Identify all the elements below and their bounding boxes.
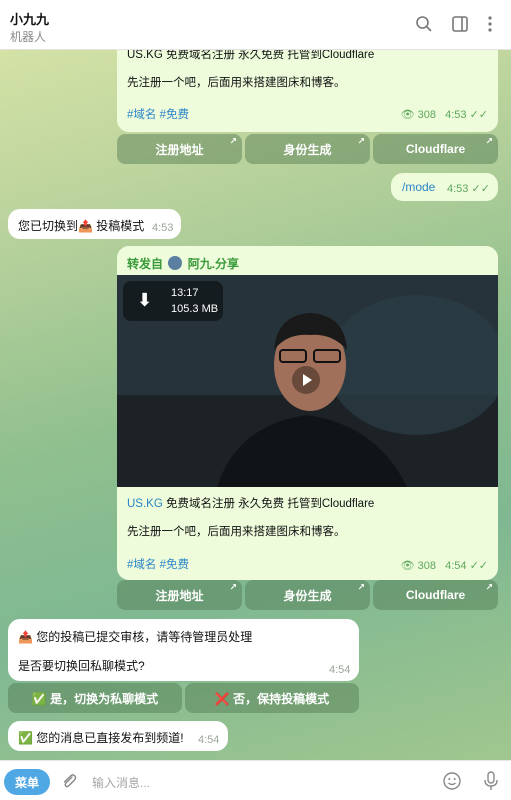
play-icon[interactable] xyxy=(292,366,320,394)
message-text-line1: 📤 您的投稿已提交审核，请等待管理员处理 xyxy=(18,630,253,644)
more-vertical-icon[interactable] xyxy=(480,14,500,34)
command-text[interactable]: /mode xyxy=(402,180,435,194)
message-switched: 您已切换到📤 投稿模式 4:53 xyxy=(8,209,181,239)
chat-title[interactable]: 小九九 xyxy=(10,9,49,28)
inline-keyboard-top: 注册地址 ↗ 身份生成 ↗ Cloudflare ↗ xyxy=(117,134,498,164)
message-meta: 👁 308 4:54 ✓✓ xyxy=(401,559,488,572)
keyboard-button-keep-submission[interactable]: ❌ 否，保持投稿模式 xyxy=(185,683,359,713)
double-check-icon: ✓✓ xyxy=(469,109,488,121)
view-count: 308 xyxy=(417,560,437,572)
message-text-line2: 先注册一个吧，后面用来搭建图床和博客。 xyxy=(127,77,346,89)
eye-icon: 👁 xyxy=(400,560,415,572)
forward-channel[interactable]: 阿九.分享 xyxy=(188,257,239,271)
message-time: 4:53 xyxy=(152,222,174,234)
message-text-line1: US.KG 免费域名注册 永久免费 托管到Cloudflare xyxy=(127,50,375,61)
message-time: 4:54 xyxy=(329,664,351,676)
double-check-icon: ✓✓ xyxy=(471,183,490,195)
message-time: 4:53 ✓✓ xyxy=(447,183,490,195)
video-size: 105.3 MB xyxy=(171,303,219,315)
eye-icon: 👁 xyxy=(400,109,415,121)
keyboard-button-switch-private[interactable]: ✅ 是，切换为私聊模式 xyxy=(8,683,182,713)
inline-keyboard-choice: ✅ 是，切换为私聊模式 ❌ 否，保持投稿模式 xyxy=(8,683,359,713)
message-tags[interactable]: #域名 #免费 xyxy=(127,106,189,122)
chat-subtitle: 机器人 xyxy=(10,30,47,44)
message-text: 您已切换到📤 投稿模式 xyxy=(18,219,145,233)
message-text-line2: 先注册一个吧，后面用来搭建图床和博客。 xyxy=(127,526,346,538)
message-meta: 👁 308 4:53 ✓✓ xyxy=(401,108,488,121)
menu-button[interactable]: 菜单 xyxy=(4,769,50,795)
sidebar-icon[interactable] xyxy=(450,14,470,34)
view-count: 308 xyxy=(417,109,437,121)
channel-avatar[interactable] xyxy=(168,256,183,270)
message-text: ✅ 您的消息已直接发布到频道! xyxy=(18,731,184,745)
message-text-line2: 是否要切换回私聊模式? xyxy=(18,659,145,673)
video-duration: 13:17 xyxy=(171,287,199,299)
forward-header: 转发自 阿九.分享 xyxy=(127,255,239,272)
keyboard-button-identity[interactable]: 身份生成 ↗ xyxy=(245,580,370,610)
video-player[interactable]: ⬇ 13:17 105.3 MB xyxy=(117,275,498,487)
message-time: 4:53 xyxy=(445,109,467,121)
chat-header: 小九九 机器人 xyxy=(0,0,511,50)
message-submitted: 📤 您的投稿已提交审核，请等待管理员处理 是否要切换回私聊模式? 4:54 xyxy=(8,619,359,681)
message-forwarded-top: US.KG 免费域名注册 永久免费 托管到Cloudflare 先注册一个吧，后… xyxy=(117,50,498,132)
message-tags[interactable]: #域名 #免费 xyxy=(127,556,189,572)
microphone-icon[interactable] xyxy=(482,770,500,792)
keyboard-button-cloudflare[interactable]: Cloudflare ↗ xyxy=(373,134,498,164)
message-list[interactable]: US.KG 免费域名注册 永久免费 托管到Cloudflare 先注册一个吧，后… xyxy=(0,50,511,760)
message-mode-command: /mode 4:53 ✓✓ xyxy=(391,173,498,201)
attach-icon[interactable] xyxy=(60,772,78,790)
download-icon[interactable]: ⬇ xyxy=(137,290,152,311)
emoji-icon[interactable] xyxy=(442,771,462,791)
search-icon[interactable] xyxy=(414,14,434,34)
video-info-overlay: ⬇ 13:17 105.3 MB xyxy=(123,281,223,321)
keyboard-button-register[interactable]: 注册地址 ↗ xyxy=(117,134,242,164)
keyboard-button-identity[interactable]: 身份生成 ↗ xyxy=(245,134,370,164)
keyboard-button-cloudflare[interactable]: Cloudflare ↗ xyxy=(373,580,498,610)
message-link[interactable]: US.KG xyxy=(127,498,163,510)
composer: 菜单 输入消息... xyxy=(0,760,511,800)
keyboard-button-register[interactable]: 注册地址 ↗ xyxy=(117,580,242,610)
message-time: 4:54 xyxy=(445,560,467,572)
message-published: ✅ 您的消息已直接发布到频道! 4:54 xyxy=(8,721,228,751)
message-time: 4:54 xyxy=(198,734,220,746)
forward-label: 转发自 xyxy=(127,257,164,271)
message-input[interactable]: 输入消息... xyxy=(92,774,150,791)
message-text-line1: US.KG 免费域名注册 永久免费 托管到Cloudflare xyxy=(127,498,375,510)
double-check-icon: ✓✓ xyxy=(469,560,488,572)
inline-keyboard-forward: 注册地址 ↗ 身份生成 ↗ Cloudflare ↗ xyxy=(117,580,498,610)
message-forwarded-video: 转发自 阿九.分享 ⬇ 13:17 105.3 MB US.KG 免费域名注册 … xyxy=(117,246,498,580)
